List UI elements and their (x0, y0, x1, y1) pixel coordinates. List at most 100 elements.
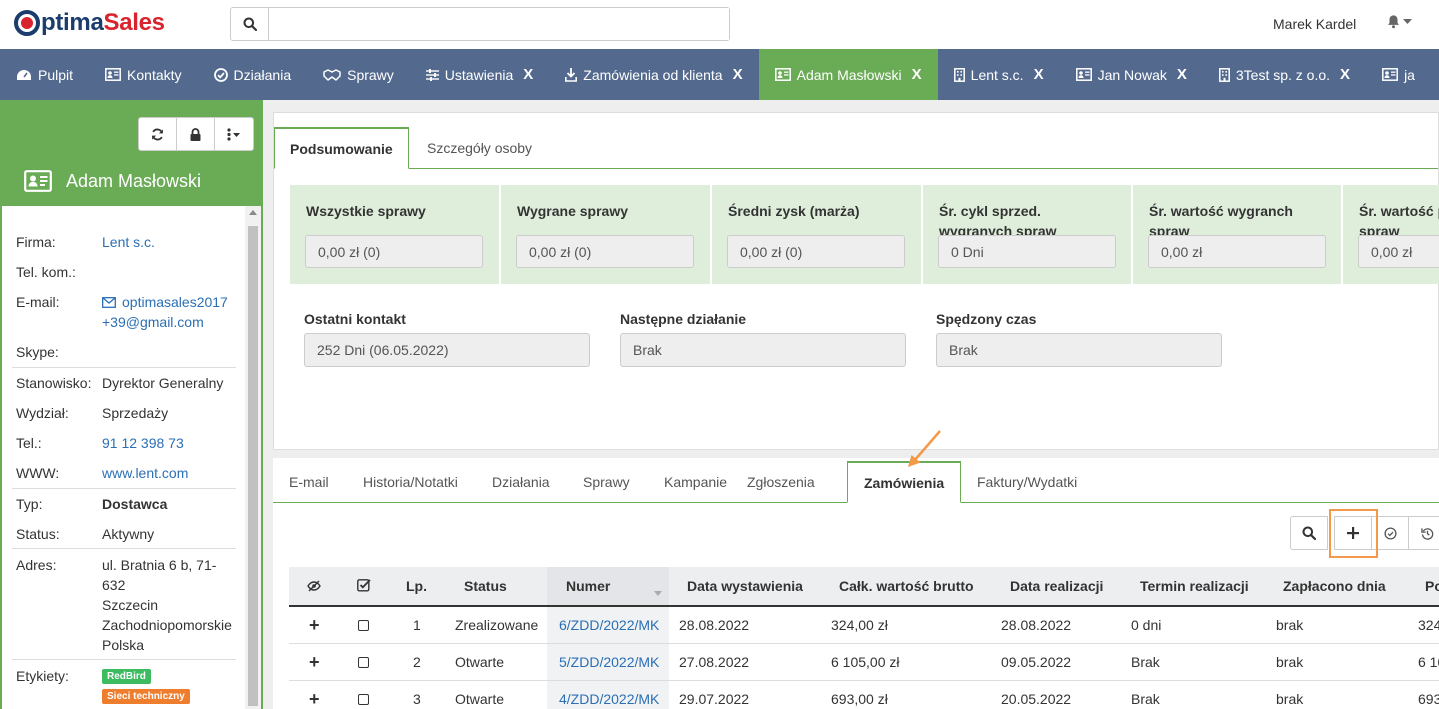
cell-lp: 2 (413, 654, 421, 670)
envelope-icon (102, 297, 116, 308)
cell-numer-link[interactable]: 6/ZDD/2022/MK (559, 617, 659, 633)
visibility-column-icon[interactable] (307, 579, 321, 595)
tab-label: Lent s.c. (970, 66, 1024, 83)
table-row[interactable]: + 3 Otwarte 4/ZDD/2022/MK 29.07.2022 693… (289, 681, 1439, 709)
select-all-column-icon[interactable] (357, 578, 371, 595)
row-checkbox[interactable] (358, 620, 369, 631)
col-wartosc-brutto[interactable]: Całk. wartość brutto (839, 578, 974, 594)
col-data-wystawienia[interactable]: Data wystawienia (687, 578, 803, 594)
more-options-button[interactable] (215, 118, 253, 150)
tab-label: Pulpit (38, 66, 74, 83)
close-tab-icon[interactable]: X (1177, 66, 1187, 83)
tab-sprawy-lower[interactable]: Sprawy (567, 461, 646, 503)
contact-card-icon (1382, 68, 1399, 81)
address-line: Zachodniopomorskie (102, 617, 232, 633)
tab-jan-nowak[interactable]: Jan Nowak X (1060, 49, 1203, 100)
tab-szczegoly-osoby[interactable]: Szczegóły osoby (412, 127, 547, 169)
cell-lp: 1 (413, 617, 421, 633)
tag-redbird[interactable]: RedBird (102, 669, 151, 684)
adres-label: Adres: (16, 557, 57, 573)
history-icon (1420, 527, 1433, 540)
www-link[interactable]: www.lent.com (102, 463, 188, 483)
search-input[interactable] (269, 8, 729, 40)
tab-zamowienia-od-klienta[interactable]: Zamówienia od klienta X (549, 49, 758, 100)
kpi-sredni-zysk: Średni zysk (marża) 0,00 zł (0) (712, 185, 921, 284)
user-name[interactable]: Marek Kardel (1273, 16, 1356, 32)
tel-link[interactable]: 91 12 398 73 (102, 433, 184, 453)
contact-card-icon (24, 170, 52, 192)
info-title: Następne działanie (620, 311, 747, 327)
contact-details: Firma: Lent s.c. Tel. kom.: E-mail: opti… (2, 206, 261, 709)
col-po[interactable]: Po (1425, 578, 1439, 594)
cell-termin: Brak (1131, 691, 1160, 707)
related-records-card: E-mail Historia/Notatki Działania Sprawy… (273, 458, 1439, 709)
firma-link[interactable]: Lent s.c. (102, 232, 155, 252)
building-icon (1218, 67, 1230, 82)
col-lp[interactable]: Lp. (406, 578, 427, 594)
handshake-icon (323, 68, 341, 81)
col-status[interactable]: Status (464, 578, 507, 594)
row-checkbox[interactable] (358, 657, 369, 668)
search-orders-button[interactable] (1290, 516, 1328, 550)
email-link[interactable]: optimasales2017 +39@gmail.com (102, 292, 228, 332)
cell-termin: 0 dni (1131, 617, 1162, 633)
close-tab-icon[interactable]: X (1340, 66, 1350, 83)
tab-kampanie[interactable]: Kampanie (648, 461, 743, 503)
expand-row-icon[interactable]: + (309, 615, 320, 636)
tab-dzialania-lower[interactable]: Działania (476, 461, 566, 503)
sidebar-scrollbar[interactable] (245, 206, 261, 709)
refresh-button[interactable] (139, 118, 177, 150)
kpi-value: 0,00 zł (1148, 235, 1326, 268)
tag-sieci-techniczny[interactable]: Sieci techniczny (102, 689, 190, 704)
email-line-2: +39@gmail.com (102, 314, 204, 330)
optimasales-logo[interactable]: ptima Sales (14, 8, 165, 38)
search-icon (1302, 526, 1316, 540)
cell-wartosc: 324,00 zł (831, 617, 888, 633)
www-label: WWW: (16, 465, 60, 481)
expand-row-icon[interactable]: + (309, 652, 320, 673)
tab-podsumowanie[interactable]: Podsumowanie (274, 127, 409, 169)
tab-ja[interactable]: ja (1366, 49, 1431, 100)
col-zaplacono-dnia[interactable]: Zapłacono dnia (1283, 578, 1386, 594)
status-value: Aktywny (102, 526, 155, 542)
close-tab-icon[interactable]: X (523, 66, 533, 83)
cell-numer-link[interactable]: 5/ZDD/2022/MK (559, 654, 659, 670)
col-termin-realizacji[interactable]: Termin realizacji (1140, 578, 1249, 594)
tab-3test[interactable]: 3Test sp. z o.o. X (1203, 49, 1366, 100)
close-tab-icon[interactable]: X (912, 66, 922, 83)
tab-email[interactable]: E-mail (273, 461, 345, 503)
info-spedzony-czas: Spędzony czas Brak (936, 311, 1222, 367)
tab-historia-notatki[interactable]: Historia/Notatki (347, 461, 474, 503)
col-numer[interactable]: Numer (566, 578, 610, 594)
close-tab-icon[interactable]: X (733, 66, 743, 83)
close-tab-icon[interactable]: X (1034, 66, 1044, 83)
tab-dzialania[interactable]: Działania (198, 49, 308, 100)
tab-kontakty[interactable]: Kontakty (89, 49, 197, 100)
contact-card-icon (774, 68, 791, 81)
refresh-icon (152, 128, 163, 140)
address-line: Polska (102, 637, 145, 653)
tab-pulpit[interactable]: Pulpit (0, 49, 89, 100)
tab-ustawienia[interactable]: Ustawienia X (410, 49, 550, 100)
cell-data-realizacji: 20.05.2022 (1001, 691, 1072, 707)
lock-button[interactable] (177, 118, 215, 150)
col-data-realizacji[interactable]: Data realizacji (1010, 578, 1103, 594)
kpi-value: 0,00 zł (0) (516, 235, 694, 268)
table-row[interactable]: + 2 Otwarte 5/ZDD/2022/MK 27.08.2022 6 1… (289, 644, 1439, 681)
expand-row-icon[interactable]: + (309, 689, 320, 709)
tab-lent-sc[interactable]: Lent s.c. X (938, 49, 1060, 100)
tab-sprawy[interactable]: Sprawy (307, 49, 410, 100)
tab-faktury-wydatki[interactable]: Faktury/Wydatki (961, 461, 1093, 503)
table-row[interactable]: + 1 Zrealizowane 6/ZDD/2022/MK 28.08.202… (289, 607, 1439, 644)
row-checkbox[interactable] (358, 694, 369, 705)
contact-card-icon (1075, 68, 1092, 81)
tab-zgloszenia[interactable]: Zgłoszenia (731, 461, 831, 503)
search-button[interactable] (231, 8, 269, 40)
contact-header: Adam Masłowski (24, 170, 201, 192)
sort-desc-icon[interactable] (654, 583, 662, 599)
tab-adam-maslowski[interactable]: Adam Masłowski X (758, 49, 938, 100)
logo-o-mark (14, 10, 40, 36)
cell-numer-link[interactable]: 4/ZDD/2022/MK (559, 691, 659, 707)
notifications-button[interactable] (1386, 14, 1412, 29)
history-button[interactable] (1408, 516, 1439, 550)
